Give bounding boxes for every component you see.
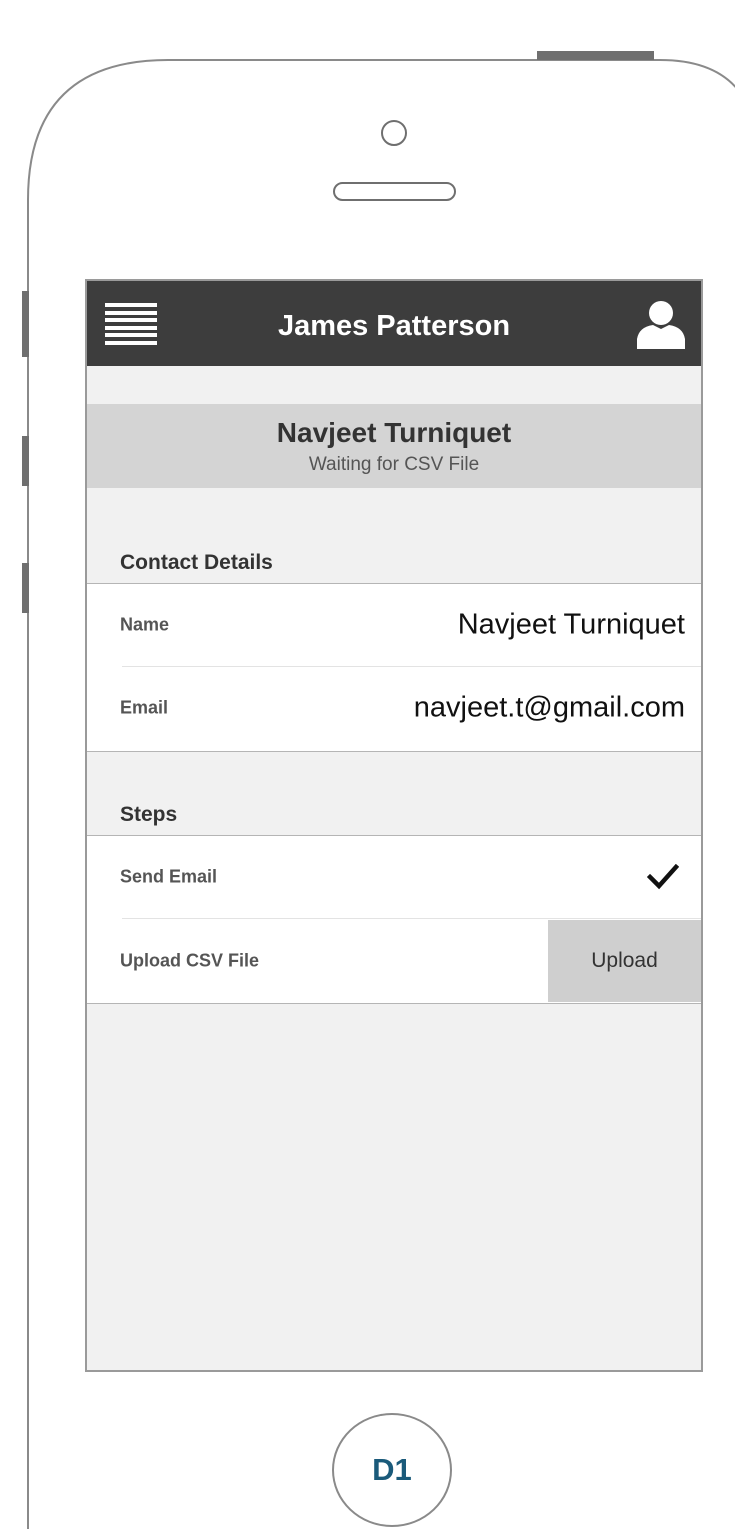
step-send-email-row: Send Email (87, 836, 701, 918)
email-label: Email (120, 697, 169, 718)
home-button[interactable]: D1 (332, 1413, 452, 1527)
phone-left-button-3 (22, 563, 29, 613)
row-divider (122, 918, 701, 919)
earpiece-speaker (333, 182, 456, 201)
top-bar: James Patterson (87, 281, 701, 366)
user-profile-icon[interactable] (635, 299, 687, 349)
steps-card: Send Email Upload CSV File Upload (87, 835, 701, 1004)
phone-left-button-2 (22, 436, 29, 486)
upload-button[interactable]: Upload (548, 920, 701, 1002)
profile-name: Navjeet Turniquet (276, 417, 512, 448)
name-value: Navjeet Turniquet (457, 608, 685, 641)
contact-email-row: Email navjeet.t@gmail.com (87, 667, 701, 749)
contact-name-row: Name Navjeet Turniquet (87, 584, 701, 666)
phone-left-button-1 (22, 291, 29, 357)
phone-top-side-button (537, 51, 654, 60)
upload-csv-label: Upload CSV File (120, 950, 260, 971)
steps-heading: Steps (120, 803, 178, 826)
checkmark-icon (647, 864, 679, 890)
app-screen: James Patterson Navjeet Turniquet Waitin… (85, 279, 703, 1372)
name-label: Name (120, 614, 170, 635)
front-camera (381, 120, 407, 146)
profile-status: Waiting for CSV File (308, 454, 480, 475)
step-upload-csv-row: Upload CSV File Upload (87, 920, 701, 1002)
contact-details-heading: Contact Details (120, 551, 273, 574)
profile-summary: Navjeet Turniquet Waiting for CSV File (87, 404, 701, 488)
page-title: James Patterson (277, 310, 511, 342)
email-value: navjeet.t@gmail.com (413, 691, 685, 724)
contact-details-card: Name Navjeet Turniquet Email navjeet.t@g… (87, 583, 701, 752)
send-email-label: Send Email (120, 866, 218, 887)
